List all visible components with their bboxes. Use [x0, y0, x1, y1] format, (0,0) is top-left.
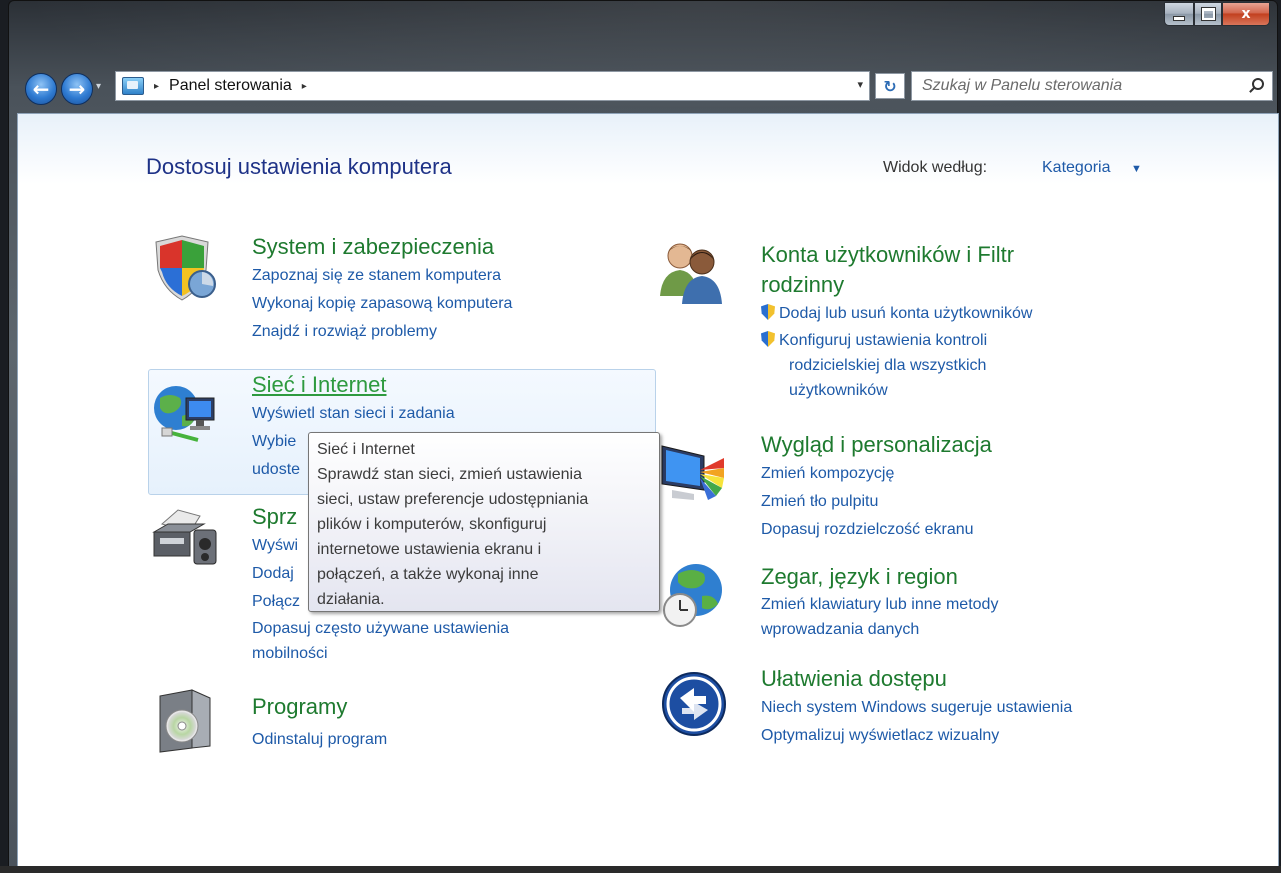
link-windows-suggest[interactable]: Niech system Windows sugeruje ustawienia	[761, 694, 1072, 722]
tooltip-title: Sieć i Internet	[317, 441, 415, 458]
link-change-theme[interactable]: Zmień kompozycję	[761, 460, 992, 488]
printer-icon	[152, 509, 217, 565]
link-parental-controls-cont2[interactable]: użytkowników	[761, 378, 1032, 403]
tooltip-line: połączeń, a także wykonaj inne	[317, 566, 539, 583]
link-parental-controls-label: Konfiguruj ustawienia kontroli	[779, 332, 988, 349]
breadcrumb-separator[interactable]: ▸	[154, 81, 159, 92]
control-panel-window: x ← → ▾ ▸ Panel sterowania ▸ ▾ ↻ Dostosu…	[8, 0, 1279, 870]
refresh-icon: ↻	[883, 76, 897, 96]
search-icon[interactable]	[1252, 78, 1264, 90]
close-icon: x	[1241, 6, 1251, 22]
forward-arrow-icon: →	[68, 77, 86, 101]
address-bar[interactable]: ▸ Panel sterowania ▸ ▾	[115, 71, 870, 101]
chevron-down-icon: ▾	[96, 81, 102, 92]
clock-language-region-category: Zegar, język i region Zmień klawiatury l…	[761, 562, 998, 642]
minimize-button[interactable]	[1164, 2, 1194, 26]
uac-shield-icon	[761, 331, 775, 347]
appearance-category: Wygląd i personalizacja Zmień kompozycję…	[761, 430, 992, 544]
network-internet-title[interactable]: Sieć i Internet	[252, 370, 455, 400]
link-check-status[interactable]: Zapoznaj się ze stanem komputera	[252, 262, 512, 290]
refresh-button[interactable]: ↻	[875, 73, 905, 99]
breadcrumb-control-panel[interactable]: Panel sterowania	[169, 77, 292, 95]
link-change-keyboards-cont[interactable]: wprowadzania danych	[761, 617, 998, 642]
link-parental-controls[interactable]: Konfiguruj ustawienia kontroli	[761, 328, 1032, 353]
maximize-icon	[1200, 7, 1216, 21]
taskbar-edge	[0, 866, 1281, 873]
link-adjust-resolution[interactable]: Dopasuj rozdzielczość ekranu	[761, 516, 992, 544]
link-change-keyboards[interactable]: Zmień klawiatury lub inne metody	[761, 592, 998, 617]
address-dropdown-button[interactable]: ▾	[857, 78, 863, 91]
back-arrow-icon: ←	[32, 77, 50, 101]
link-add-remove-accounts[interactable]: Dodaj lub usuń konta użytkowników	[761, 300, 1032, 328]
tooltip-line: Sprawdź stan sieci, zmień ustawienia	[317, 466, 583, 483]
link-optimize-display[interactable]: Optymalizuj wyświetlacz wizualny	[761, 722, 1072, 750]
forward-button[interactable]: →	[61, 73, 93, 105]
ease-of-access-category: Ułatwienia dostępu Niech system Windows …	[761, 664, 1072, 750]
recent-pages-button[interactable]: ▾	[96, 81, 101, 92]
link-backup[interactable]: Wykonaj kopię zapasową komputera	[252, 290, 512, 318]
appearance-title[interactable]: Wygląd i personalizacja	[761, 430, 992, 460]
link-troubleshoot[interactable]: Znajdź i rozwiąż problemy	[252, 318, 512, 346]
link-parental-controls-cont[interactable]: rodzicielskiej dla wszystkich	[761, 353, 1032, 378]
chevron-down-icon[interactable]: ▼	[1131, 163, 1142, 175]
system-security-title[interactable]: System i zabezpieczenia	[252, 232, 512, 262]
link-add-remove-accounts-label: Dodaj lub usuń konta użytkowników	[779, 305, 1033, 322]
user-accounts-category: Konta użytkowników i Filtr rodzinny Doda…	[761, 240, 1032, 403]
page-title: Dostosuj ustawienia komputera	[146, 154, 452, 179]
link-mobility-settings[interactable]: Dopasuj często używane ustawienia	[252, 616, 509, 641]
minimize-icon	[1173, 15, 1185, 21]
link-mobility-settings-cont[interactable]: mobilności	[252, 641, 509, 666]
clock-language-region-title[interactable]: Zegar, język i region	[761, 562, 998, 592]
search-box[interactable]	[911, 71, 1273, 101]
view-by-label: Widok według:	[883, 159, 988, 176]
control-panel-icon	[122, 77, 144, 95]
user-accounts-title-cont[interactable]: rodzinny	[761, 270, 1032, 300]
search-input[interactable]	[912, 72, 1232, 100]
content-area: Dostosuj ustawienia komputera Widok wedł…	[17, 113, 1279, 869]
tooltip-line: sieci, ustaw preferencje udostępniania	[317, 491, 589, 508]
link-uninstall[interactable]: Odinstaluj program	[252, 726, 387, 754]
programs-category: Programy Odinstaluj program	[252, 692, 387, 754]
display-icon	[661, 445, 724, 500]
tooltip-line: internetowe ustawienia ekranu i	[317, 541, 542, 558]
programs-icon	[159, 689, 211, 753]
ease-of-access-title[interactable]: Ułatwienia dostępu	[761, 664, 1072, 694]
shield-icon	[155, 235, 216, 301]
ease-of-access-icon	[662, 672, 726, 736]
network-tooltip: Sieć i Internet Sprawdź stan sieci, zmie…	[308, 432, 660, 612]
user-accounts-title[interactable]: Konta użytkowników i Filtr	[761, 240, 1032, 270]
link-network-status[interactable]: Wyświetl stan sieci i zadania	[252, 400, 455, 428]
network-icon	[154, 386, 215, 442]
close-button[interactable]: x	[1222, 2, 1270, 26]
view-by-dropdown[interactable]: Kategoria	[1042, 159, 1111, 177]
users-icon	[660, 243, 722, 304]
link-change-background[interactable]: Zmień tło pulpitu	[761, 488, 992, 516]
navigation-bar: ← → ▾ ▸ Panel sterowania ▸ ▾ ↻	[9, 63, 1277, 113]
tooltip-line: plików i komputerów, skonfiguruj	[317, 516, 547, 533]
globe-clock-icon	[663, 564, 722, 627]
back-button[interactable]: ←	[25, 73, 57, 105]
programs-title[interactable]: Programy	[252, 692, 387, 722]
tooltip-line: działania.	[317, 591, 385, 608]
system-security-category: System i zabezpieczenia Zapoznaj się ze …	[252, 232, 512, 346]
uac-shield-icon	[761, 304, 775, 320]
window-caption-buttons: x	[1164, 2, 1270, 26]
breadcrumb-separator-end[interactable]: ▸	[302, 81, 307, 92]
maximize-button[interactable]	[1194, 2, 1222, 26]
